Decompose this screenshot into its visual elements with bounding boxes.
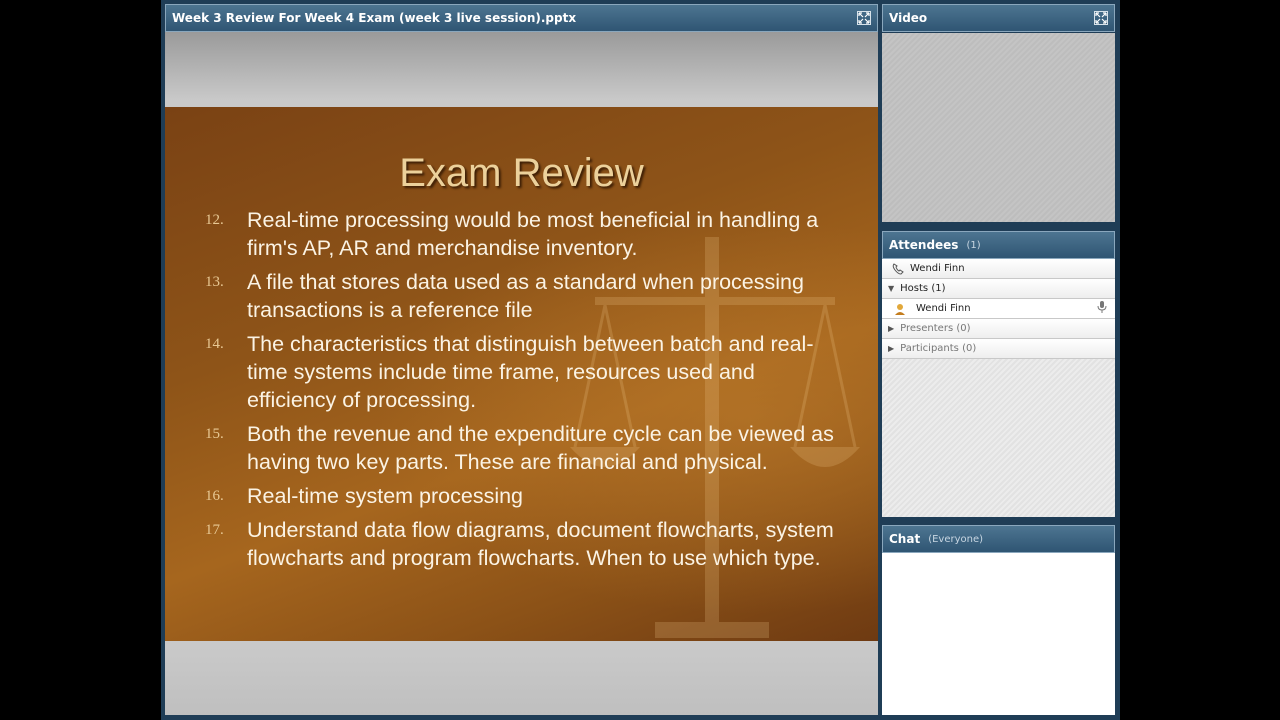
microphone-icon xyxy=(1095,300,1109,317)
expanded-triangle-icon: ▼ xyxy=(888,284,895,293)
slide-heading: Exam Review xyxy=(399,151,644,195)
phone-icon xyxy=(890,262,906,276)
item-text: A file that stores data used as a standa… xyxy=(247,270,804,322)
participants-group-toggle[interactable]: ▶ Participants (0) xyxy=(882,339,1115,359)
presentation-content: Exam Review 12. Real-time processing wou… xyxy=(165,32,878,715)
item-number: 13. xyxy=(205,274,224,290)
presentation-pod-header: Week 3 Review For Week 4 Exam (week 3 li… xyxy=(165,4,878,32)
presenters-label: Presenters (0) xyxy=(900,323,971,334)
list-item: 15. Both the revenue and the expenditure… xyxy=(205,420,845,476)
chat-messages-area[interactable] xyxy=(882,553,1115,715)
item-text: Real-time system processing xyxy=(247,484,524,508)
chat-pod-header: Chat (Everyone) xyxy=(882,525,1115,553)
item-number: 12. xyxy=(205,212,224,228)
chat-pod-title: Chat xyxy=(889,532,921,546)
collapsed-triangle-icon: ▶ xyxy=(888,324,895,333)
maximize-icon[interactable] xyxy=(1094,11,1108,25)
my-status-row[interactable]: Wendi Finn xyxy=(882,259,1115,279)
hosts-label: Hosts (1) xyxy=(900,283,946,294)
attendees-pod-title: Attendees xyxy=(889,238,959,252)
item-number: 15. xyxy=(205,426,224,442)
list-item: 14. The characteristics that distinguish… xyxy=(205,330,845,414)
video-area xyxy=(882,33,1115,222)
item-number: 17. xyxy=(205,522,224,538)
item-text: The characteristics that distinguish bet… xyxy=(247,332,814,412)
participants-label: Participants (0) xyxy=(900,343,977,354)
slide: Exam Review 12. Real-time processing wou… xyxy=(165,107,878,641)
video-pod-title: Video xyxy=(889,11,928,25)
collapsed-triangle-icon: ▶ xyxy=(888,344,895,353)
host-name: Wendi Finn xyxy=(916,303,971,314)
item-text: Both the revenue and the expenditure cyc… xyxy=(247,422,834,474)
slide-bullet-list: 12. Real-time processing would be most b… xyxy=(205,206,845,578)
list-item: 13. A file that stores data used as a st… xyxy=(205,268,845,324)
maximize-icon[interactable] xyxy=(857,11,871,25)
hosts-group-toggle[interactable]: ▼ Hosts (1) xyxy=(882,279,1115,299)
video-pod-header: Video xyxy=(882,4,1115,32)
item-number: 14. xyxy=(205,336,224,352)
list-item: 17. Understand data flow diagrams, docum… xyxy=(205,516,845,572)
presenters-group-toggle[interactable]: ▶ Presenters (0) xyxy=(882,319,1115,339)
host-badge-icon xyxy=(892,302,908,316)
list-item: 16. Real-time system processing xyxy=(205,482,845,510)
item-text: Understand data flow diagrams, document … xyxy=(247,518,834,570)
my-name: Wendi Finn xyxy=(910,263,965,274)
list-item: 12. Real-time processing would be most b… xyxy=(205,206,845,262)
item-number: 16. xyxy=(205,488,224,504)
attendees-list: Wendi Finn ▼ Hosts (1) Wendi Finn ▶ Pres… xyxy=(882,259,1115,517)
presentation-title: Week 3 Review For Week 4 Exam (week 3 li… xyxy=(172,11,577,25)
attendees-pod-header: Attendees (1) xyxy=(882,231,1115,259)
attendee-count: (1) xyxy=(966,239,981,251)
item-text: Real-time processing would be most benef… xyxy=(247,208,819,260)
chat-scope[interactable]: (Everyone) xyxy=(928,534,983,545)
attendee-row[interactable]: Wendi Finn xyxy=(882,299,1115,319)
